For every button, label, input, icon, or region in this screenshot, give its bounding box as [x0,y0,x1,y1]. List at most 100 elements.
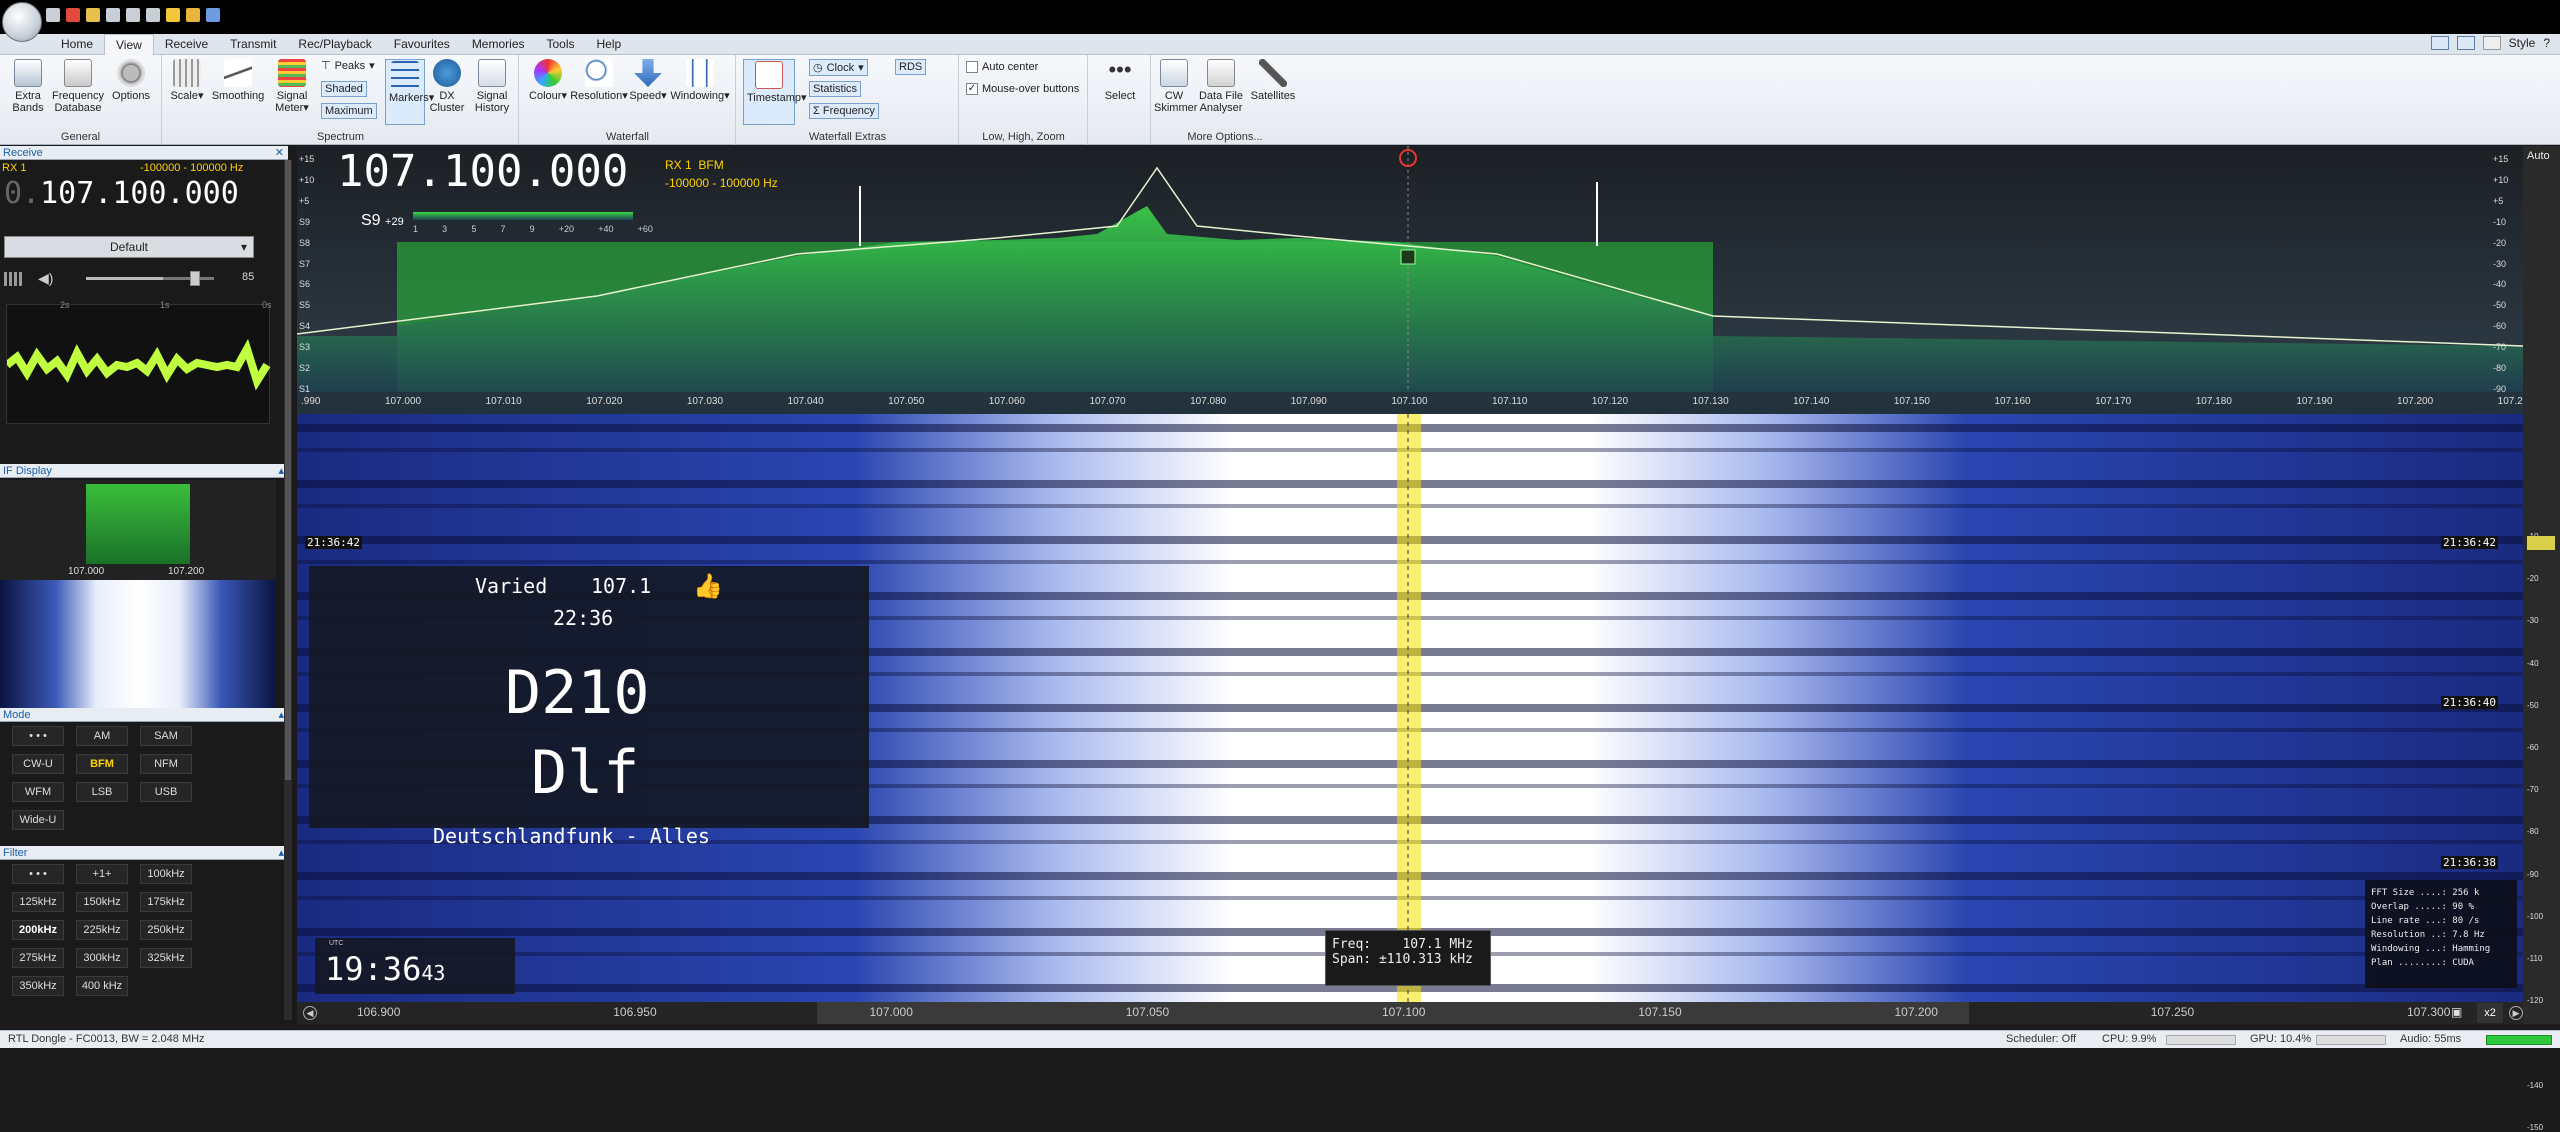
filter-225k-button[interactable]: 225kHz [76,920,128,940]
profile-dropdown[interactable]: Default ▾ [4,236,254,258]
signal-meter-button[interactable]: Signal Meter▾ [269,59,315,114]
stop-icon[interactable] [146,8,160,22]
options-button[interactable]: Options [108,59,154,102]
layout-3-icon[interactable] [2482,36,2501,50]
smoothing-button[interactable]: Smoothing [207,59,269,102]
auto-center-checkbox[interactable]: Auto center [966,61,1038,73]
close-icon[interactable]: ✕ [275,146,284,160]
filter-300k-button[interactable]: 300kHz [76,948,128,968]
windowing-button[interactable]: Windowing▾ [670,59,730,102]
marker-box[interactable] [1400,249,1416,265]
tab-view[interactable]: View [104,34,154,55]
mode-sam-button[interactable]: SAM [140,726,192,746]
scrollbar-thumb[interactable] [285,160,291,780]
speaker-icon[interactable]: ◀) [38,270,53,287]
timestamp-button[interactable]: Timestamp▾ [743,59,807,125]
filter-325k-button[interactable]: 325kHz [140,948,192,968]
auto-scale-button[interactable]: Auto [2527,150,2550,162]
colour-button[interactable]: Colour▾ [526,59,570,102]
star-icon[interactable] [166,8,180,22]
save-icon[interactable] [106,8,120,22]
home-icon[interactable] [46,8,60,22]
cw-skimmer-button[interactable]: CW Skimmer [1154,59,1197,114]
mouse-over-checkbox[interactable]: ✓ Mouse-over buttons [966,83,1079,95]
mode-bfm-button[interactable]: BFM [76,754,128,774]
mode-am-button[interactable]: AM [76,726,128,746]
data-file-analyser-button[interactable]: Data File Analyser [1196,59,1246,114]
volume-slider[interactable] [86,271,214,286]
tab-memories[interactable]: Memories [461,34,536,55]
mode-wideu-button[interactable]: Wide-U [12,810,64,830]
help-icon[interactable]: ? [2543,36,2550,50]
camera-icon[interactable]: ▣ [2451,1005,2462,1019]
markers-button[interactable]: Markers▾ [385,59,434,125]
filter-400k-button[interactable]: 400 kHz [76,976,128,996]
application-menu-button[interactable] [2,2,42,42]
tab-tools[interactable]: Tools [536,34,586,55]
extra-bands-button[interactable]: Extra Bands [8,59,48,114]
scroll-right-icon[interactable]: ▶ [2509,1006,2523,1020]
zoom-factor-button[interactable]: x2 [2477,1003,2503,1023]
mode-wfm-button[interactable]: WFM [12,782,64,802]
tab-favourites[interactable]: Favourites [383,34,461,55]
peaks-button[interactable]: ⊤ Peaks ▾ [321,59,375,73]
filter-100k-button[interactable]: 100kHz [140,864,192,884]
undo-icon[interactable] [206,8,220,22]
tab-rec-playback[interactable]: Rec/Playback [287,34,382,55]
play-icon[interactable] [126,8,140,22]
style-menu[interactable]: Style [2509,36,2536,50]
filter-more-button[interactable]: • • • [12,864,64,884]
filter-275k-button[interactable]: 275kHz [12,948,64,968]
filter-250k-button[interactable]: 250kHz [140,920,192,940]
clock-button[interactable]: ◷ Clock ▾ [809,59,868,76]
volume-slider-handle[interactable] [190,271,200,286]
left-panel-scrollbar[interactable] [284,160,292,1020]
filter-150k-button[interactable]: 150kHz [76,892,128,912]
filter-175k-button[interactable]: 175kHz [140,892,192,912]
maximum-button[interactable]: Maximum [321,103,377,119]
freq-scale-tick: 106.900 [357,1005,401,1019]
dx-cluster-button[interactable]: DX Cluster [427,59,467,114]
satellites-button[interactable]: Satellites [1248,59,1298,102]
rds-button[interactable]: RDS [895,59,927,75]
thumbs-up-icon[interactable]: 👍 [693,572,723,601]
shaded-button[interactable]: Shaded [321,81,367,97]
tab-transmit[interactable]: Transmit [219,34,287,55]
waterfall-level-handle[interactable] [2527,536,2555,550]
auto-center-check[interactable] [966,61,978,73]
lock-icon[interactable] [186,8,200,22]
equalizer-icon[interactable] [4,272,22,286]
globe-icon [433,59,461,87]
tab-home[interactable]: Home [50,34,104,55]
tab-receive[interactable]: Receive [154,34,219,55]
main-frequency-display[interactable]: 107.100.000 [337,146,628,197]
waterfall-display[interactable]: 21:36:42 21:36:42 21:36:40 21:36:38 Vari… [297,414,2523,1002]
mode-more-button[interactable]: • • • [12,726,64,746]
folder-icon[interactable] [86,8,100,22]
tab-help[interactable]: Help [586,34,633,55]
signal-history-button[interactable]: Signal History [469,59,515,114]
statistics-button[interactable]: Statistics [809,81,862,97]
filter-350k-button[interactable]: 350kHz [12,976,64,996]
speed-button[interactable]: Speed▾ [628,59,668,102]
scale-button[interactable]: Scale▾ [169,59,205,102]
filter-125k-button[interactable]: 125kHz [12,892,64,912]
mode-usb-button[interactable]: USB [140,782,192,802]
mode-cwu-button[interactable]: CW-U [12,754,64,774]
layout-2-icon[interactable] [2456,36,2475,50]
select-button[interactable]: ••• Select [1097,59,1143,103]
waterfall-right-tick: -60 [2527,743,2539,753]
mode-lsb-button[interactable]: LSB [76,782,128,802]
mouse-over-check[interactable]: ✓ [966,83,978,95]
layout-1-icon[interactable] [2430,36,2449,50]
frequency-database-button[interactable]: Frequency Database [50,59,106,114]
filter-200k-button[interactable]: 200kHz [12,920,64,940]
frequency-button[interactable]: Σ Frequency [809,103,879,119]
frequency-scale[interactable]: ◀ 106.900 106.950 107.000 107.050 107.100 107… [297,1002,2523,1024]
filter-step-button[interactable]: +1+ [76,864,128,884]
mode-nfm-button[interactable]: NFM [140,754,192,774]
spectrum-display[interactable]: 107.100.000 RX 1 BFM -100000 - 100000 Hz… [297,146,2523,414]
resolution-button[interactable]: Resolution▾ [570,59,628,102]
rx-frequency-display[interactable]: 0.107.100.000 [4,176,239,211]
record-icon[interactable] [66,8,80,22]
